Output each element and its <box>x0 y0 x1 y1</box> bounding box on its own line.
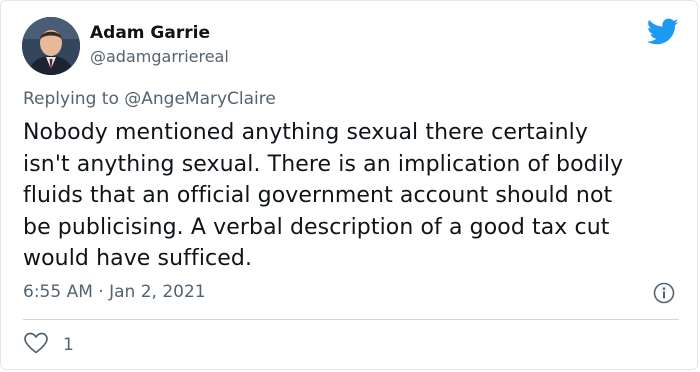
avatar[interactable] <box>22 17 80 75</box>
divider <box>23 319 679 320</box>
heart-outline-icon <box>23 331 49 359</box>
profile-photo <box>22 17 80 75</box>
tweet-text-line: be publicising. A verbal description of … <box>23 214 610 240</box>
tweet-card: Adam Garrie @adamgarriereal Replying to … <box>0 0 698 370</box>
like-count: 1 <box>63 335 74 355</box>
tweet-text-line: Nobody mentioned anything sexual there c… <box>23 120 589 145</box>
reply-prefix: Replying to <box>23 89 125 109</box>
like-button[interactable]: 1 <box>23 331 74 359</box>
reply-context: Replying to @AngeMaryClaire <box>23 89 276 109</box>
author-name[interactable]: Adam Garrie <box>90 23 210 43</box>
tweet-timestamp[interactable]: 6:55 AM · Jan 2, 2021 <box>23 282 206 302</box>
tweet-text-line: isn't anything sexual. There is an impli… <box>23 151 624 177</box>
tweet-text-line: fluids that an official government accou… <box>23 183 613 208</box>
twitter-bird-icon[interactable] <box>646 18 679 46</box>
reply-mention-link[interactable]: @AngeMaryClaire <box>124 89 276 109</box>
info-circle-icon[interactable] <box>653 282 675 304</box>
tweet-text: Nobody mentioned anything sexual there c… <box>23 117 688 275</box>
tweet-text-line: would have sufficed. <box>23 246 253 271</box>
author-handle[interactable]: @adamgarriereal <box>90 47 229 66</box>
